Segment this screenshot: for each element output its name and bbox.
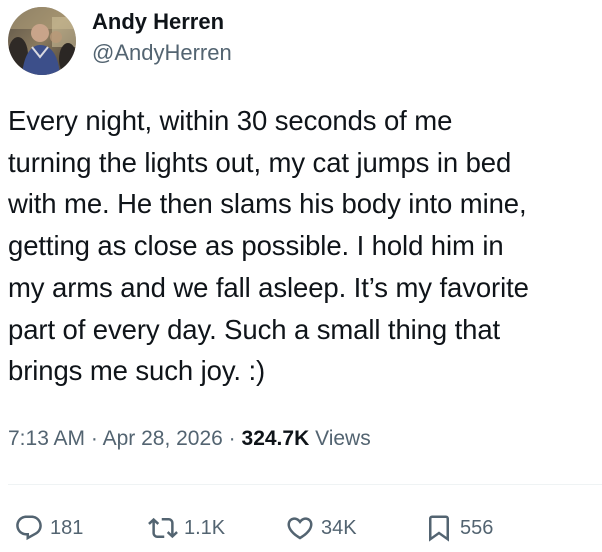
bookmark-icon (424, 513, 454, 543)
author-handle[interactable]: @AndyHerren (92, 38, 232, 68)
tweet-text: Every night, within 30 seconds of me tur… (8, 105, 529, 387)
like-button[interactable]: 34K (285, 508, 357, 548)
meta-separator: · (222, 427, 242, 450)
bookmark-button[interactable]: 556 (424, 508, 493, 548)
repost-icon (148, 513, 178, 543)
author-display-name[interactable]: Andy Herren (92, 8, 232, 36)
reply-button[interactable]: 181 (14, 508, 83, 548)
tweet-header: Andy Herren @AndyHerren (8, 6, 232, 76)
views-count[interactable]: 324.7K (242, 427, 310, 450)
reply-count: 181 (50, 516, 84, 539)
like-count: 34K (321, 516, 357, 539)
tweet-time[interactable]: 7:13 AM (8, 427, 85, 450)
repost-button[interactable]: 1.1K (148, 508, 225, 548)
repost-count: 1.1K (184, 516, 226, 539)
bookmark-count: 556 (460, 516, 494, 539)
tweet: Andy Herren @AndyHerren Every night, wit… (0, 0, 602, 552)
author-names: Andy Herren @AndyHerren (92, 8, 232, 68)
avatar[interactable] (8, 7, 76, 75)
divider (8, 484, 602, 485)
meta-separator: · (85, 427, 103, 450)
tweet-date[interactable]: Apr 28, 2026 (103, 427, 223, 450)
views-label: Views (309, 427, 371, 450)
tweet-meta: 7:13 AM · Apr 28, 2026 · 324.7K Views (8, 424, 371, 454)
reply-icon (14, 513, 44, 543)
action-bar: 181 1.1K 34K 556 (0, 508, 602, 548)
heart-icon (285, 513, 315, 543)
